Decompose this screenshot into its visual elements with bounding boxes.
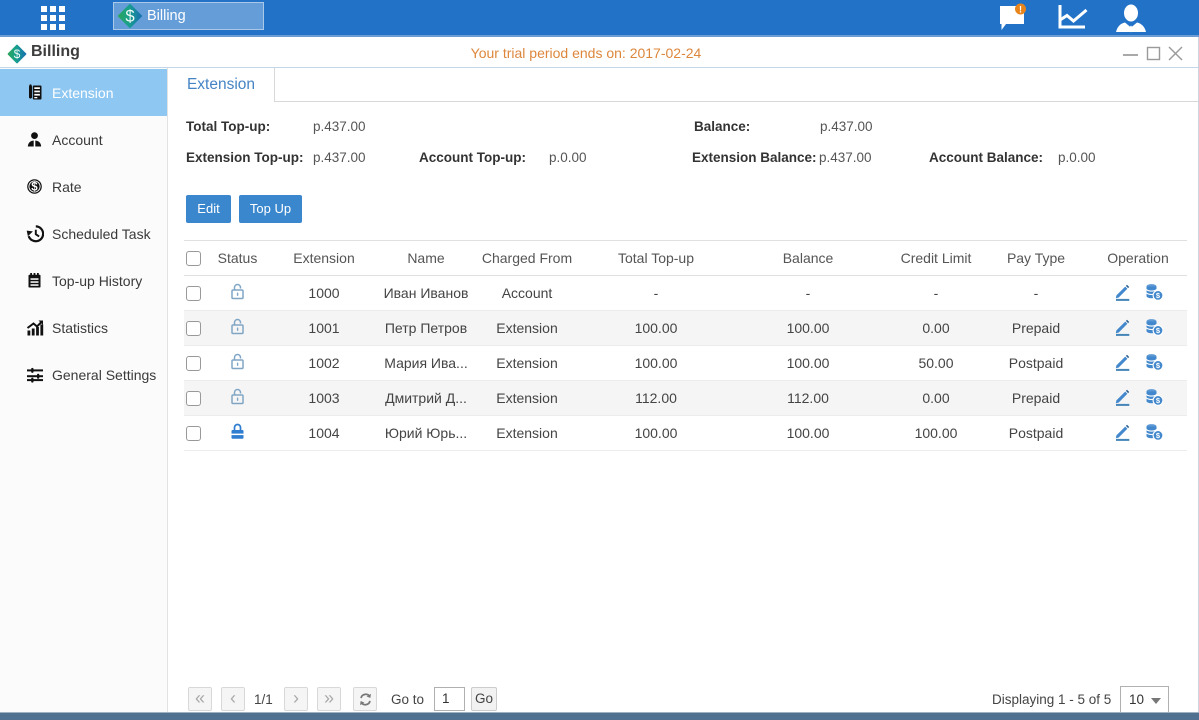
svg-text:$: $ [31, 182, 38, 194]
svg-text:!: ! [1019, 5, 1022, 15]
svg-text:$: $ [125, 7, 135, 26]
